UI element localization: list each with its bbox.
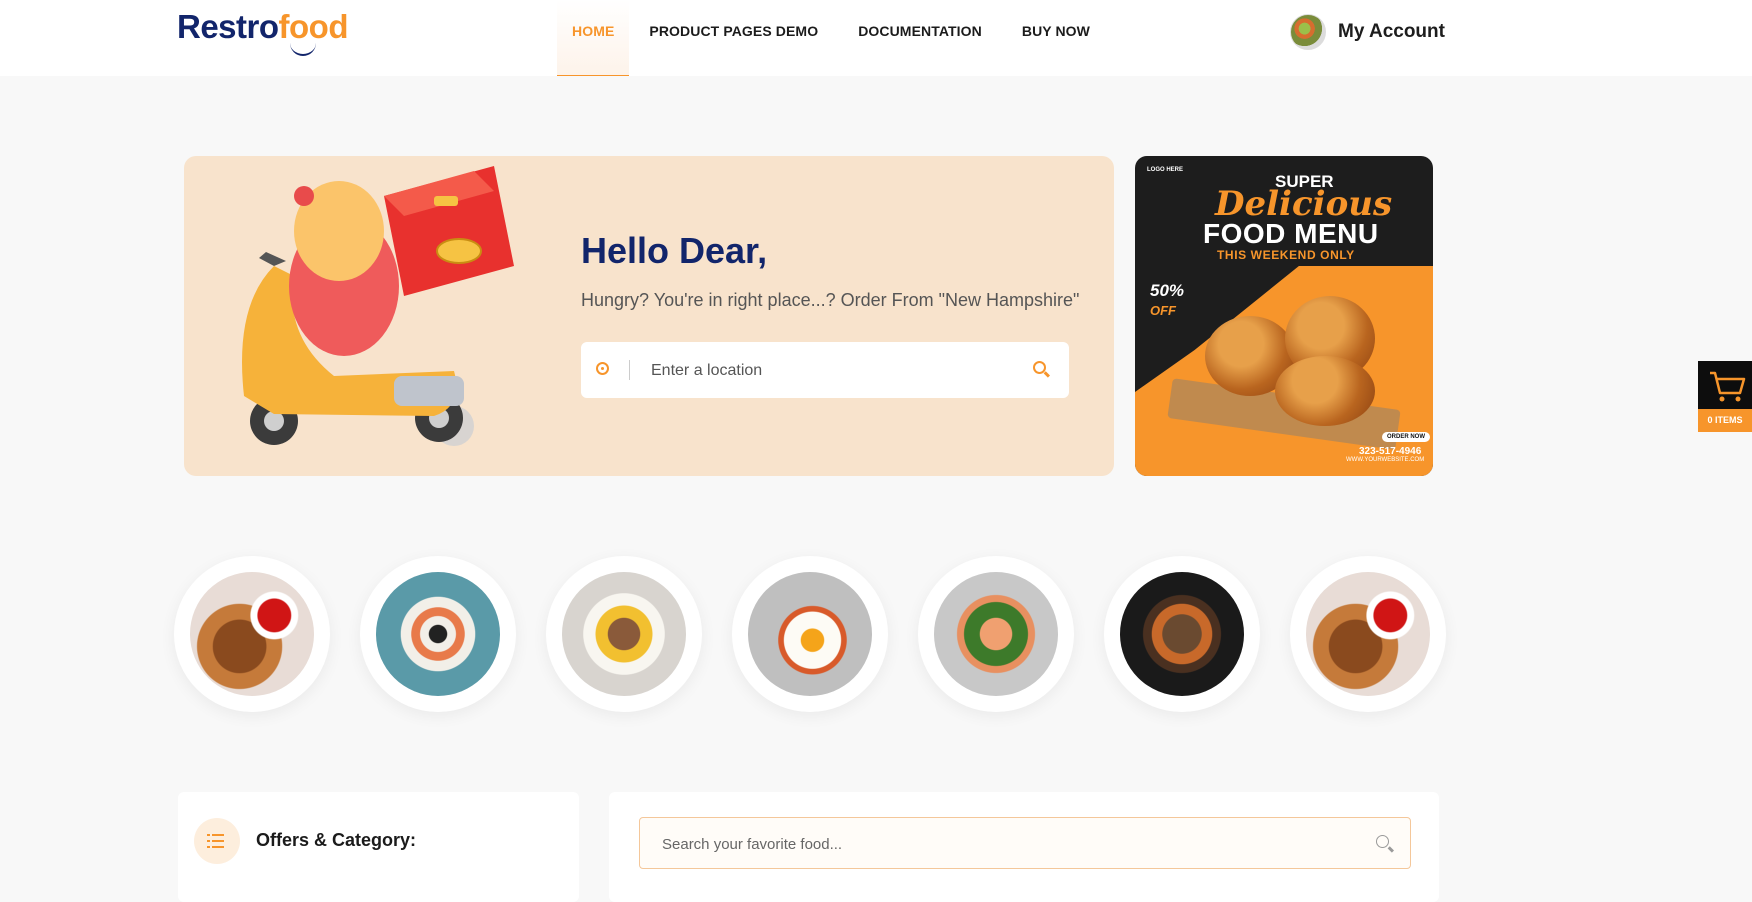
nav-home[interactable]: HOME: [557, 0, 630, 76]
food-item-circle[interactable]: [546, 556, 702, 712]
cart-icon-area: [1698, 361, 1752, 409]
avatar: [1290, 14, 1326, 50]
floating-cart-button[interactable]: 0 ITEMS: [1698, 361, 1752, 432]
banner-weekend: THIS WEEKEND ONLY: [1217, 248, 1355, 262]
discount-value: 50%: [1150, 281, 1185, 300]
banner-logo-text: LOGO HERE: [1147, 167, 1184, 173]
fried-chicken: [1275, 356, 1375, 426]
food-search-panel: [609, 792, 1439, 902]
beef-stir-fry-image: [1120, 572, 1244, 696]
search-icon[interactable]: [1376, 835, 1389, 848]
nav-product-pages-demo[interactable]: PRODUCT PAGES DEMO: [629, 0, 838, 76]
food-item-circle[interactable]: [732, 556, 888, 712]
cart-icon: [1710, 371, 1746, 402]
crosshair-icon[interactable]: [596, 362, 609, 375]
discount-off: OFF: [1150, 302, 1176, 318]
food-item-circle[interactable]: [1290, 556, 1446, 712]
main-nav: HOME PRODUCT PAGES DEMO DOCUMENTATION BU…: [557, 0, 1110, 76]
food-category-carousel: [174, 556, 1446, 712]
banner-discount: 50% OFF: [1150, 281, 1185, 319]
search-icon[interactable]: [1033, 361, 1046, 374]
site-header: Restrofood HOME PRODUCT PAGES DEMO DOCUM…: [0, 0, 1752, 76]
deviled-eggs-image: [562, 572, 686, 696]
nav-documentation[interactable]: DOCUMENTATION: [838, 0, 1002, 76]
list-icon: [194, 818, 240, 864]
food-item-circle[interactable]: [360, 556, 516, 712]
food-item-circle[interactable]: [918, 556, 1074, 712]
restrofood-logo[interactable]: Restrofood: [177, 8, 349, 56]
food-item-circle[interactable]: [174, 556, 330, 712]
account-label: My Account: [1338, 21, 1445, 42]
list-icon-dot: [207, 846, 210, 848]
delivery-scooter-illustration: [242, 166, 514, 446]
logo-text-part1: Restro: [177, 8, 279, 45]
food-menu-promo-banner[interactable]: LOGO HERE SUPER Delicious FOOD MENU THIS…: [1135, 156, 1433, 476]
cart-items-count: 0 ITEMS: [1698, 409, 1752, 432]
location-search-box: [581, 342, 1069, 398]
list-icon-line: [212, 834, 224, 836]
banner-food-menu: FOOD MENU: [1203, 218, 1379, 249]
grilled-chicken-image: [1306, 572, 1430, 696]
nav-buy-now[interactable]: BUY NOW: [1002, 0, 1110, 76]
banner-phone: 323-517-4946: [1359, 446, 1422, 457]
hero-title: Hello Dear,: [581, 230, 768, 271]
banner-website: WWW.YOURWEBSITE.COM: [1346, 457, 1425, 463]
grilled-chicken-image: [190, 572, 314, 696]
list-icon-dot: [207, 834, 210, 836]
offers-category-panel: Offers & Category:: [178, 792, 579, 902]
food-search-input[interactable]: [660, 830, 1344, 858]
shrimp-broccoli-image: [934, 572, 1058, 696]
list-icon-line: [212, 846, 224, 848]
divider: [629, 360, 630, 380]
list-icon-line: [212, 840, 224, 842]
food-search-box: [639, 817, 1411, 869]
offers-category-title: Offers & Category:: [256, 830, 417, 850]
logo-smile-mark: [290, 42, 316, 56]
my-account-link[interactable]: My Account: [1290, 14, 1445, 50]
food-item-circle[interactable]: [1104, 556, 1260, 712]
sushi-platter-image: [376, 572, 500, 696]
hero-banner: Hello Dear, Hungry? You're in right plac…: [184, 156, 1114, 476]
banner-order-now[interactable]: ORDER NOW: [1382, 432, 1430, 442]
logo-text-part2: food: [278, 8, 349, 45]
hero-subtitle: Hungry? You're in right place...? Order …: [581, 290, 1080, 310]
location-input[interactable]: [649, 356, 1033, 386]
fried-egg-image: [748, 572, 872, 696]
list-icon-dot: [207, 840, 210, 842]
